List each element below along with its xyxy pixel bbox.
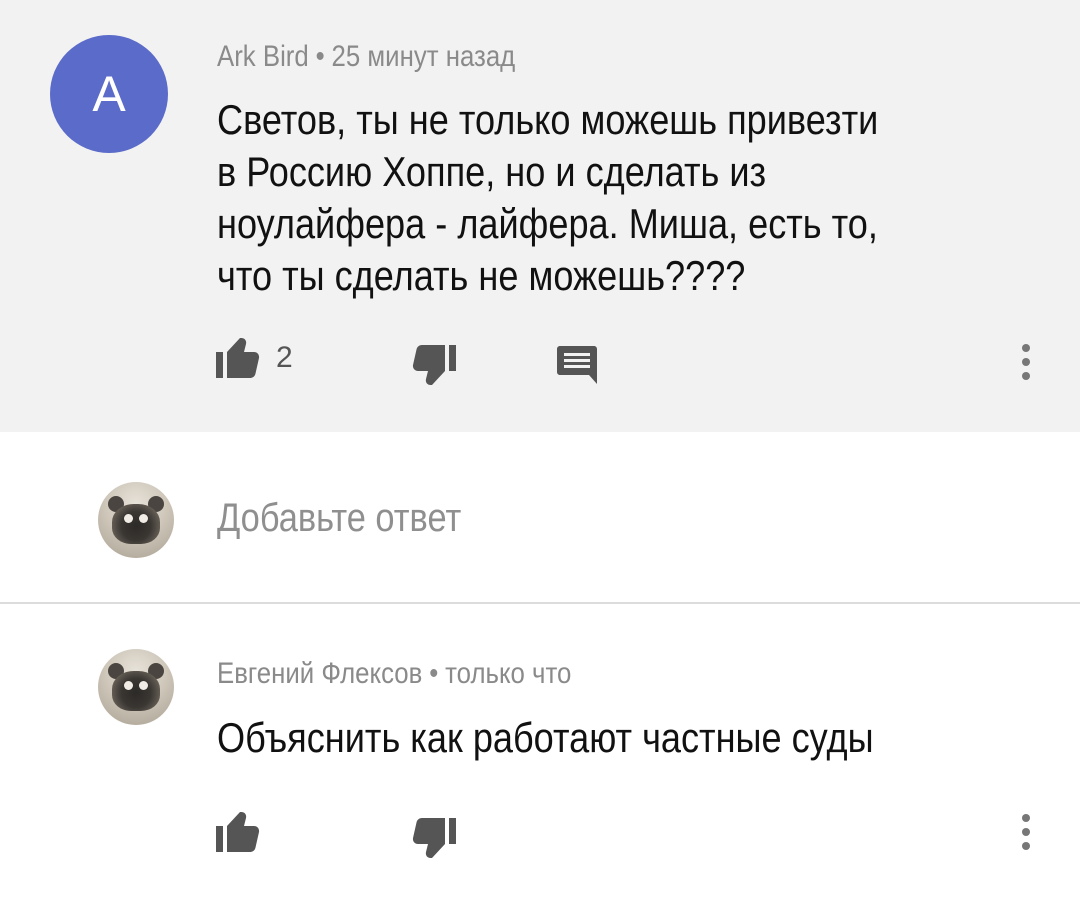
reply-dislike-button[interactable] — [412, 818, 456, 858]
like-count: 2 — [276, 341, 293, 374]
dislike-button[interactable] — [412, 345, 456, 385]
author-avatar[interactable]: A — [50, 35, 168, 153]
comment-text-line: ноулайфера - лайфера. Миша, есть то, — [217, 200, 878, 247]
comment-text-line: Светов, ты не только можешь привезти — [217, 96, 879, 143]
meta-separator: • — [429, 657, 439, 690]
more-vert-icon — [1016, 344, 1036, 380]
reply-more-options-button[interactable] — [1016, 814, 1036, 856]
reply-author-avatar[interactable] — [98, 649, 174, 725]
more-vert-icon — [1016, 814, 1036, 850]
reply-meta: Евгений Флексов • только что — [217, 657, 571, 691]
reply-text: Объяснить как работают частные суды — [217, 714, 874, 761]
comment-time: 25 минут назад — [331, 40, 516, 73]
meta-separator: • — [315, 40, 325, 73]
thumb-down-icon — [412, 818, 456, 858]
comment-card: A Ark Bird • 25 минут назад Светов, ты не … — [0, 0, 1080, 432]
reply-author[interactable]: Евгений Флексов — [217, 657, 422, 690]
comment-author[interactable]: Ark Bird — [217, 40, 309, 73]
reply-time: только что — [445, 657, 572, 690]
comment-text-line: что ты сделать не можешь???? — [217, 252, 746, 299]
user-avatar[interactable] — [98, 482, 174, 558]
comment-text-line: в Россию Хоппе, но и сделать из — [217, 148, 767, 195]
like-button[interactable]: 2 — [216, 338, 293, 378]
thumb-down-icon — [412, 345, 456, 385]
more-options-button[interactable] — [1016, 344, 1036, 386]
comment-meta: Ark Bird • 25 минут назад — [217, 40, 515, 74]
thumb-up-icon — [216, 812, 260, 852]
reply-button[interactable] — [557, 346, 597, 384]
reply-like-button[interactable] — [216, 812, 260, 852]
comment-text: Светов, ты не только можешь привезти в Р… — [217, 94, 991, 302]
divider — [0, 602, 1080, 604]
reply-icon — [557, 346, 597, 384]
avatar-letter: A — [92, 66, 126, 122]
thumb-up-icon — [216, 338, 260, 378]
add-reply-input[interactable]: Добавьте ответ — [217, 496, 461, 541]
